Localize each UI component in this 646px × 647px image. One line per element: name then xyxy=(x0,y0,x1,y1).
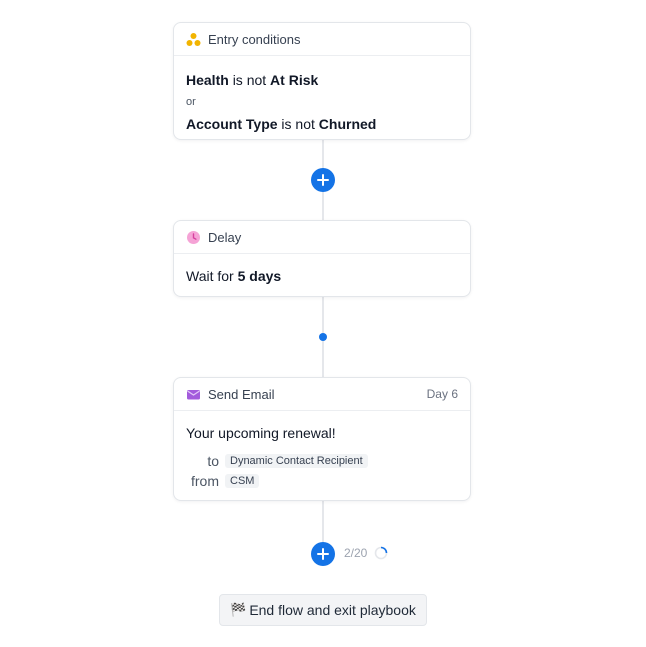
to-label: to xyxy=(207,453,219,469)
card-title: Entry conditions xyxy=(208,31,301,47)
entry-conditions-card[interactable]: Entry conditions Health is not At Risk o… xyxy=(173,22,471,140)
card-header: Delay xyxy=(174,221,470,254)
plus-icon xyxy=(317,548,329,560)
condition-row: Account Type is not Churned xyxy=(186,114,458,134)
condition-value: At Risk xyxy=(270,72,319,88)
condition-field: Health xyxy=(186,72,229,88)
checkered-flag-icon: 🏁 xyxy=(230,602,247,617)
condition-value: Churned xyxy=(318,116,377,132)
clock-icon xyxy=(186,230,201,245)
condition-row: Health is not At Risk xyxy=(186,70,458,90)
delay-card[interactable]: Delay Wait for 5 days xyxy=(173,220,471,297)
progress-spinner-icon xyxy=(374,546,388,560)
condition-joiner: or xyxy=(186,96,196,108)
card-header: Entry conditions xyxy=(174,23,470,56)
connector-dot[interactable] xyxy=(319,333,327,341)
card-header: Send Email Day 6 xyxy=(174,378,470,411)
card-body: Wait for 5 days xyxy=(174,254,470,298)
email-fields: to Dynamic Contact Recipient from CSM xyxy=(186,451,458,491)
end-flow-button[interactable]: 🏁 End flow and exit playbook xyxy=(219,594,427,626)
condition-operator: is not xyxy=(232,72,267,88)
end-flow-label: End flow and exit playbook xyxy=(249,602,416,618)
step-counter: 2/20 xyxy=(344,546,368,560)
delay-value: 5 days xyxy=(237,268,282,284)
add-step-button[interactable] xyxy=(311,542,335,566)
email-subject: Your upcoming renewal! xyxy=(186,425,336,441)
card-title: Delay xyxy=(208,229,242,245)
envelope-icon xyxy=(186,387,201,402)
card-body: Your upcoming renewal! to Dynamic Contac… xyxy=(174,411,470,505)
condition-field: Account Type xyxy=(186,116,278,132)
nodes-icon xyxy=(186,32,201,47)
sender-chip: CSM xyxy=(225,474,260,488)
from-row: from CSM xyxy=(186,471,458,491)
plus-icon xyxy=(317,174,329,186)
connector-line xyxy=(322,501,324,543)
recipient-chip: Dynamic Contact Recipient xyxy=(225,454,368,468)
add-step-button[interactable] xyxy=(311,168,335,192)
to-row: to Dynamic Contact Recipient xyxy=(186,451,458,471)
delay-prefix: Wait for xyxy=(186,268,234,284)
send-email-card[interactable]: Send Email Day 6 Your upcoming renewal! … xyxy=(173,377,471,501)
card-title: Send Email xyxy=(208,386,275,402)
card-body: Health is not At Risk or Account Type is… xyxy=(174,56,470,148)
day-label: Day 6 xyxy=(426,387,458,401)
condition-operator: is not xyxy=(281,116,315,132)
from-label: from xyxy=(191,473,219,489)
